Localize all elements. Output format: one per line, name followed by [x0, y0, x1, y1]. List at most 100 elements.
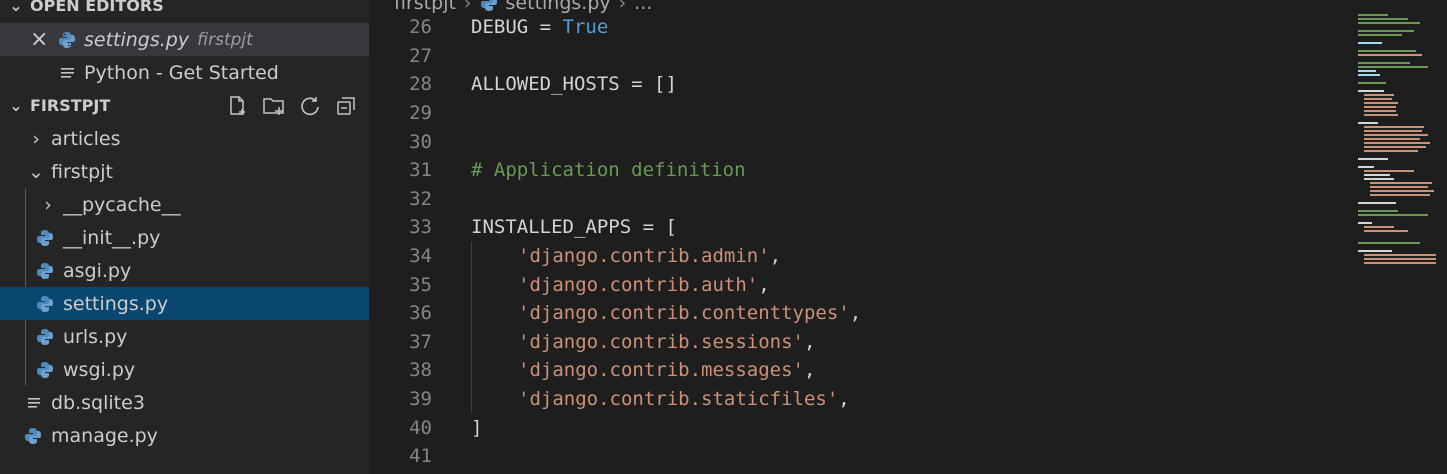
chevron-right-icon: ›: [32, 127, 40, 150]
code-comment: # Application definition: [471, 159, 746, 182]
code-text: ALLOWED_HOSTS = []: [471, 73, 677, 96]
tree-item-label: __pycache__: [63, 193, 181, 216]
code-punct: ,: [849, 302, 862, 325]
python-icon: [36, 295, 54, 313]
code-line: 38 'django.contrib.messages',: [369, 356, 815, 385]
line-number: 37: [409, 330, 432, 353]
tree-item-label: articles: [51, 127, 121, 150]
project-title: FIRSTPJT: [30, 96, 111, 115]
tree-item-db[interactable]: db.sqlite3: [0, 386, 369, 419]
tree-item-label: settings.py: [63, 292, 169, 315]
line-number: 36: [409, 302, 432, 325]
python-icon: [36, 361, 54, 379]
open-editor-settings[interactable]: × settings.py firstpjt: [0, 23, 369, 56]
collapse-all-icon[interactable]: [331, 95, 361, 117]
new-folder-icon[interactable]: [259, 95, 289, 117]
line-number: 28: [409, 73, 432, 96]
breadcrumb-file[interactable]: settings.py: [506, 0, 611, 14]
explorer-sidebar: ⌄ OPEN EDITORS × settings.py firstpjt Py…: [0, 0, 369, 474]
breadcrumb-symbol[interactable]: ...: [634, 0, 652, 14]
chevron-right-icon: ›: [44, 193, 52, 216]
code-line: 26 DEBUG = True: [369, 13, 608, 42]
tree-item-init[interactable]: __init__.py: [0, 221, 369, 254]
python-icon: [36, 262, 54, 280]
open-editor-name: settings.py: [84, 28, 190, 51]
code-string: 'django.contrib.contenttypes': [518, 302, 850, 325]
code-text: INSTALLED_APPS = [: [471, 216, 677, 239]
python-icon: [58, 31, 76, 49]
close-icon[interactable]: ×: [30, 27, 50, 52]
tree-item-urls[interactable]: urls.py: [0, 320, 369, 353]
code-line: 34 'django.contrib.admin',: [369, 242, 781, 271]
open-editors-header[interactable]: ⌄ OPEN EDITORS: [0, 0, 369, 20]
tree-item-settings[interactable]: settings.py: [0, 287, 369, 320]
code-line: 41: [369, 442, 432, 471]
line-number: 30: [409, 130, 432, 153]
code-line: 33 INSTALLED_APPS = [: [369, 213, 677, 242]
tree-item-firstpjt[interactable]: ⌄ firstpjt: [0, 155, 369, 188]
code-string: 'django.contrib.messages': [518, 359, 804, 382]
database-file-icon: [26, 395, 42, 411]
python-icon: [36, 229, 54, 247]
line-number: 38: [409, 359, 432, 382]
new-file-icon[interactable]: [223, 95, 253, 117]
code-line: 29: [369, 99, 432, 128]
line-number: 26: [409, 16, 432, 39]
python-icon: [480, 0, 498, 12]
code-string: 'django.contrib.sessions': [518, 330, 804, 353]
code-punct: ,: [758, 273, 770, 296]
open-editor-get-started[interactable]: Python - Get Started: [0, 56, 369, 89]
tree-item-label: urls.py: [63, 325, 128, 348]
open-editor-name: Python - Get Started: [84, 61, 279, 84]
open-editors-title: OPEN EDITORS: [30, 0, 164, 15]
code-string: 'django.contrib.admin': [518, 245, 770, 268]
code-line: 36 'django.contrib.contenttypes',: [369, 299, 861, 328]
code-string: 'django.contrib.staticfiles': [518, 388, 839, 411]
tree-item-asgi[interactable]: asgi.py: [0, 254, 369, 287]
tree-item-pycache[interactable]: › __pycache__: [0, 188, 369, 221]
code-punct: ,: [803, 359, 816, 382]
code-editor[interactable]: firstpjt › settings.py › ... 26 DEBUG = T…: [369, 0, 1447, 474]
line-number: 27: [409, 44, 432, 67]
tree-item-label: wsgi.py: [63, 358, 136, 381]
code-line: 37 'django.contrib.sessions',: [369, 328, 815, 357]
chevron-right-icon: ›: [463, 0, 472, 14]
line-number: 34: [409, 245, 432, 268]
refresh-icon[interactable]: [295, 95, 325, 117]
line-number: 39: [409, 388, 432, 411]
python-icon: [36, 328, 54, 346]
chevron-down-icon: ⌄: [9, 96, 23, 115]
tree-item-label: asgi.py: [63, 259, 132, 282]
tree-item-label: __init__.py: [63, 226, 161, 249]
tree-item-label: manage.py: [51, 424, 158, 447]
code-string: 'django.contrib.auth': [518, 273, 759, 296]
line-number: 31: [409, 159, 432, 182]
code-keyword: True: [562, 16, 609, 39]
chevron-right-icon: ›: [618, 0, 627, 14]
line-number: 32: [409, 187, 432, 210]
breadcrumb-folder[interactable]: firstpjt: [394, 0, 456, 14]
line-number: 41: [409, 445, 432, 468]
code-line: 27: [369, 42, 432, 71]
line-number: 33: [409, 216, 432, 239]
tree-item-manage[interactable]: manage.py: [0, 419, 369, 452]
project-header[interactable]: ⌄ FIRSTPJT: [0, 89, 369, 122]
code-line: 35 'django.contrib.auth',: [369, 270, 770, 299]
code-punct: ,: [838, 388, 850, 411]
tree-item-wsgi[interactable]: wsgi.py: [0, 353, 369, 386]
code-line: 31 # Application definition: [369, 156, 746, 185]
code-line: 30: [369, 127, 432, 156]
line-number: 29: [409, 102, 432, 125]
minimap[interactable]: [1354, 10, 1444, 270]
code-line: 39 'django.contrib.staticfiles',: [369, 385, 850, 414]
line-number: 40: [409, 416, 432, 439]
code-text: ]: [471, 416, 483, 439]
code-line: 40]: [369, 413, 482, 442]
tree-item-label: firstpjt: [51, 160, 113, 183]
chevron-down-icon: ⌄: [28, 160, 44, 183]
code-text: DEBUG =: [471, 16, 563, 39]
python-icon: [24, 427, 42, 445]
code-line: 32: [369, 185, 432, 214]
line-number: 35: [409, 273, 432, 296]
tree-item-articles[interactable]: › articles: [0, 122, 369, 155]
